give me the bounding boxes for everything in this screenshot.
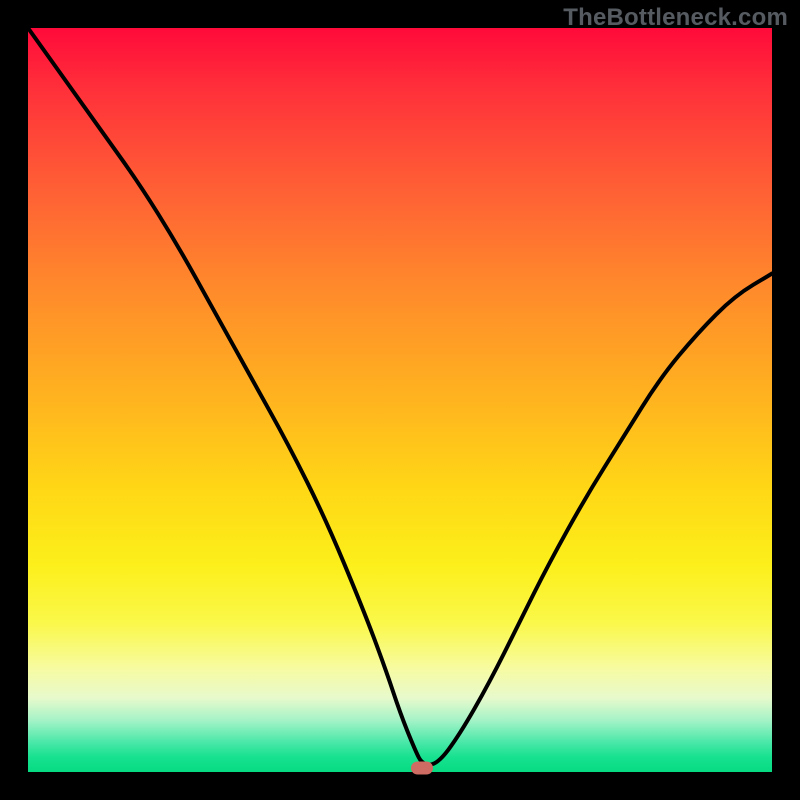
plot-area [28,28,772,772]
watermark-label: TheBottleneck.com [563,4,788,32]
curve-path [28,28,772,765]
chart-frame: TheBottleneck.com [0,0,800,800]
bottleneck-curve [28,28,772,772]
optimal-marker [411,762,433,775]
